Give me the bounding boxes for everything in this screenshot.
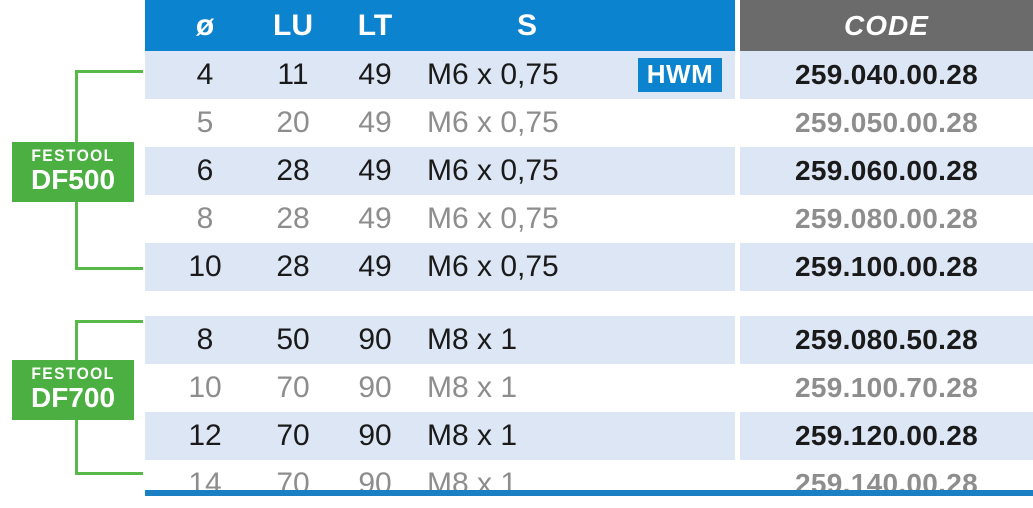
cell-lu: 11 bbox=[277, 58, 309, 91]
cell-diameter: 5 bbox=[196, 106, 214, 139]
cell-code[interactable]: 259.140.00.28 bbox=[740, 460, 1033, 508]
cell-lt: 49 bbox=[358, 58, 392, 91]
cell-hwm-tag: HWM bbox=[630, 51, 730, 99]
table-row[interactable]: 12 70 90 M8 x 1 259.120.00.28 bbox=[145, 412, 1033, 460]
cell-lu: 50 bbox=[276, 323, 310, 356]
cell-thread: M6 x 0,75 bbox=[427, 58, 559, 91]
group-marker-df700: FESTOOL DF700 bbox=[0, 300, 145, 490]
cell-diameter: 8 bbox=[196, 323, 214, 356]
badge-model-label: DF500 bbox=[30, 164, 116, 195]
hwm-badge: HWM bbox=[637, 57, 723, 93]
column-header-lt: LT bbox=[357, 8, 393, 42]
group-marker-df500: FESTOOL DF500 bbox=[0, 0, 145, 300]
cell-lu: 70 bbox=[276, 467, 310, 500]
table-row[interactable]: 8 28 49 M6 x 0,75 259.080.00.28 bbox=[145, 195, 1033, 243]
table-row[interactable]: 5 20 49 M6 x 0,75 259.050.00.28 bbox=[145, 99, 1033, 147]
cell-lu: 28 bbox=[276, 250, 310, 283]
cell-lu: 70 bbox=[276, 371, 310, 404]
spec-table: ø LU LT S CODE 4 11 49 M6 x 0,75 HWM 259… bbox=[145, 0, 1033, 508]
cell-thread: M6 x 0,75 bbox=[427, 154, 559, 187]
column-header-code: CODE bbox=[844, 9, 929, 41]
cell-code[interactable]: 259.120.00.28 bbox=[740, 412, 1033, 460]
cell-code[interactable]: 259.080.50.28 bbox=[740, 316, 1033, 364]
column-header-lu: LU bbox=[273, 8, 313, 42]
badge-df700: FESTOOL DF700 bbox=[12, 360, 134, 420]
cell-thread: M8 x 1 bbox=[427, 467, 518, 500]
cell-code[interactable]: 259.050.00.28 bbox=[740, 99, 1033, 147]
cell-diameter: 4 bbox=[196, 58, 214, 91]
badge-df500: FESTOOL DF500 bbox=[12, 142, 134, 202]
cell-code[interactable]: 259.060.00.28 bbox=[740, 147, 1033, 195]
cell-lt: 49 bbox=[358, 202, 392, 235]
cell-lu: 70 bbox=[276, 419, 310, 452]
badge-model-label: DF700 bbox=[30, 382, 116, 413]
cell-thread: M6 x 0,75 bbox=[427, 250, 559, 283]
cell-lt: 49 bbox=[358, 250, 392, 283]
cell-thread: M6 x 0,75 bbox=[427, 202, 559, 235]
cell-thread: M8 x 1 bbox=[427, 323, 518, 356]
cell-lt: 90 bbox=[358, 419, 392, 452]
badge-brand-label: FESTOOL bbox=[31, 146, 115, 165]
cell-thread: M8 x 1 bbox=[427, 419, 518, 452]
cell-lu: 28 bbox=[276, 154, 310, 187]
cell-diameter: 10 bbox=[188, 250, 222, 283]
cell-lt: 49 bbox=[358, 154, 392, 187]
table-row[interactable]: 6 28 49 M6 x 0,75 259.060.00.28 bbox=[145, 147, 1033, 195]
cell-thread: M6 x 0,75 bbox=[427, 106, 559, 139]
cell-lu: 28 bbox=[276, 202, 310, 235]
table-row[interactable]: 10 28 49 M6 x 0,75 259.100.00.28 bbox=[145, 243, 1033, 291]
cell-code[interactable]: 259.100.70.28 bbox=[740, 364, 1033, 412]
cell-diameter: 6 bbox=[196, 154, 214, 187]
cell-thread: M8 x 1 bbox=[427, 371, 518, 404]
table-row[interactable]: 10 70 90 M8 x 1 259.100.70.28 bbox=[145, 364, 1033, 412]
cell-lt: 90 bbox=[358, 371, 392, 404]
badge-brand-label: FESTOOL bbox=[31, 364, 115, 383]
table-header-row: ø LU LT S CODE bbox=[145, 0, 1033, 51]
table-bottom-rule bbox=[145, 490, 1033, 496]
table-row[interactable]: 8 50 90 M8 x 1 259.080.50.28 bbox=[145, 316, 1033, 364]
cell-diameter: 12 bbox=[188, 419, 222, 452]
spec-table-page: FESTOOL DF500 FESTOOL DF700 ø LU LT S CO… bbox=[0, 0, 1033, 508]
column-header-diameter: ø bbox=[195, 8, 215, 42]
table-row[interactable]: 14 70 90 M8 x 1 259.140.00.28 bbox=[145, 460, 1033, 508]
cell-diameter: 8 bbox=[196, 202, 214, 235]
column-header-s: S bbox=[516, 8, 537, 42]
cell-lt: 90 bbox=[358, 467, 392, 500]
cell-lt: 49 bbox=[358, 106, 392, 139]
cell-lu: 20 bbox=[276, 106, 310, 139]
group-separator bbox=[145, 291, 1033, 316]
cell-diameter: 14 bbox=[188, 467, 222, 500]
cell-code[interactable]: 259.100.00.28 bbox=[740, 243, 1033, 291]
table-row[interactable]: 4 11 49 M6 x 0,75 HWM 259.040.00.28 bbox=[145, 51, 1033, 99]
cell-diameter: 10 bbox=[188, 371, 222, 404]
cell-code[interactable]: 259.080.00.28 bbox=[740, 195, 1033, 243]
cell-lt: 90 bbox=[358, 323, 392, 356]
cell-code[interactable]: 259.040.00.28 bbox=[740, 51, 1033, 99]
